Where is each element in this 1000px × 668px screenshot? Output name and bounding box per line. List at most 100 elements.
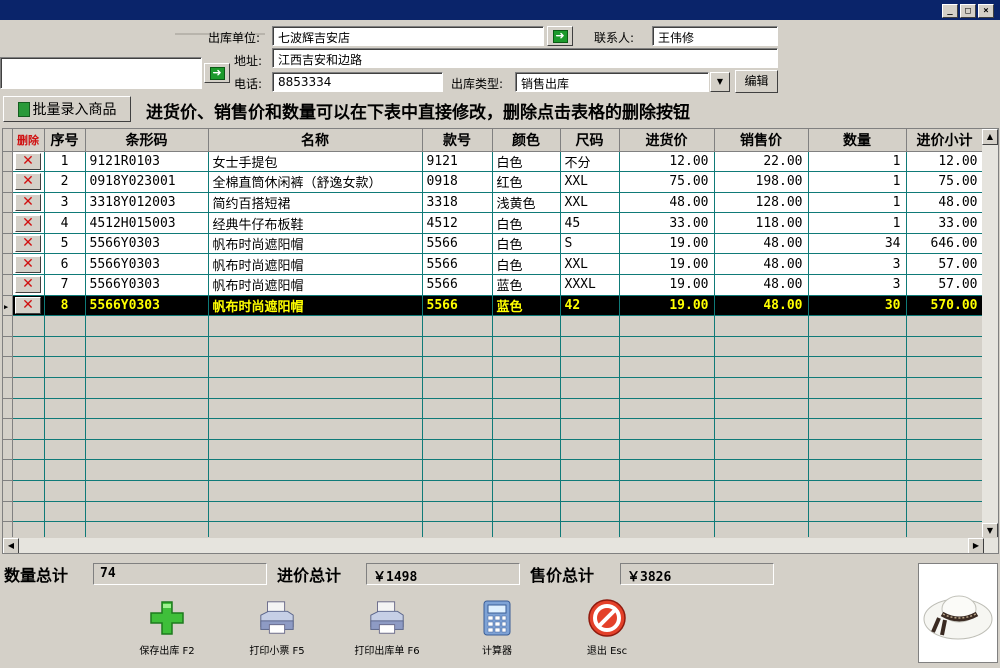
cell-style[interactable]: 5566 [422,295,493,317]
maximize-button[interactable]: □ [960,4,976,18]
row-selector[interactable]: ▶ [3,295,13,317]
cell-color[interactable]: 白色 [492,151,561,173]
cell-color[interactable]: 白色 [492,233,561,255]
cell-price[interactable]: 128.00 [714,192,809,214]
col-subtotal[interactable]: 进价小计 [906,129,984,152]
col-size[interactable]: 尺码 [560,129,620,152]
cell-price[interactable]: 22.00 [714,151,809,173]
col-name[interactable]: 名称 [208,129,423,152]
print-slip-button[interactable]: 打印出库单 F6 [342,598,432,657]
items-grid[interactable]: 删除 序号 条形码 名称 款号 颜色 尺码 进货价 销售价 数量 进价小计 ✕ 1… [2,128,999,554]
cell-seq[interactable]: 5 [44,233,86,255]
cell-size[interactable]: XXL [560,171,620,193]
cell-style[interactable]: 0918 [422,171,493,193]
row-selector[interactable] [3,336,13,358]
cell-cost[interactable]: 48.00 [619,192,715,214]
calculator-button[interactable]: 计算器 [452,598,542,657]
cell-qty[interactable]: 1 [808,151,907,173]
table-row[interactable]: ✕ 3 3318Y012003 简约百搭短裙 3318 浅黄色 XXL 48.00 128.00… [3,192,984,214]
cell-name[interactable]: 帆布时尚遮阳帽 [208,253,423,276]
cell-subtotal[interactable]: 646.00 [906,233,984,255]
cell-seq[interactable]: 3 [44,192,86,214]
cell-cost[interactable]: 12.00 [619,151,715,173]
row-selector[interactable] [3,151,13,173]
cell-style[interactable]: 3318 [422,192,493,214]
cell-color[interactable]: 浅黄色 [492,192,561,214]
phone-field[interactable]: 8853334 [272,72,443,92]
cell-barcode[interactable]: 5566Y0303 [85,233,209,255]
save-outbound-button[interactable]: 保存出库 F2 [122,598,212,657]
col-barcode[interactable]: 条形码 [85,129,209,152]
cell-color[interactable]: 蓝色 [492,295,561,317]
cell-style[interactable]: 4512 [422,212,493,234]
cell-seq[interactable]: 8 [44,295,86,317]
cell-cost[interactable]: 75.00 [619,171,715,193]
cell-qty[interactable]: 3 [808,253,907,276]
address-field[interactable]: 江西吉安和边路 [272,48,778,68]
batch-entry-button[interactable]: 批量录入商品 [3,96,131,122]
horizontal-scrollbar[interactable]: ◀ ▶ [3,537,998,553]
scroll-right-arrow-icon[interactable]: ▶ [968,538,984,553]
cell-seq[interactable]: 7 [44,274,86,296]
cell-barcode[interactable]: 5566Y0303 [85,274,209,296]
cell-price[interactable]: 48.00 [714,233,809,255]
cell-color[interactable]: 蓝色 [492,274,561,296]
cell-cost[interactable]: 19.00 [619,295,715,317]
cell-style[interactable]: 5566 [422,233,493,255]
left-input-field[interactable] [0,57,202,89]
cell-barcode[interactable]: 5566Y0303 [85,295,209,317]
cell-qty[interactable]: 1 [808,192,907,214]
vertical-scrollbar[interactable]: ▲ ▼ [982,129,998,539]
row-selector[interactable] [3,274,13,296]
row-selector[interactable] [3,171,13,193]
outlet-select-button[interactable]: ➜ [547,26,573,46]
row-selector[interactable] [3,377,13,399]
cell-cost[interactable]: 33.00 [619,212,715,234]
cell-size[interactable]: 45 [560,212,620,234]
cell-size[interactable]: XXXL [560,274,620,296]
cell-subtotal[interactable]: 570.00 [906,295,984,317]
row-selector[interactable] [3,212,13,234]
table-row[interactable]: ✕ 7 5566Y0303 帆布时尚遮阳帽 5566 蓝色 XXXL 19.00 48.00 3 5… [3,274,984,296]
cell-qty[interactable]: 30 [808,295,907,317]
edit-button[interactable]: 编辑 [735,70,778,93]
cell-seq[interactable]: 2 [44,171,86,193]
cell-color[interactable]: 白色 [492,253,561,276]
table-row[interactable]: ✕ 1 9121R0103 女士手提包 9121 白色 不分 12.00 22.00 1 12.00 [3,151,984,173]
table-row[interactable]: ▶ ✕ 8 5566Y0303 帆布时尚遮阳帽 5566 蓝色 42 19.00 48.00 30 5… [3,295,984,317]
cell-name[interactable]: 简约百搭短裙 [208,192,423,214]
cell-size[interactable]: 不分 [560,151,620,173]
cell-subtotal[interactable]: 57.00 [906,253,984,276]
table-row[interactable]: ✕ 5 5566Y0303 帆布时尚遮阳帽 5566 白色 S 19.00 48.00 34 646… [3,233,984,255]
col-cost[interactable]: 进货价 [619,129,715,152]
cell-qty[interactable]: 1 [808,171,907,193]
cell-price[interactable]: 48.00 [714,253,809,276]
cell-cost[interactable]: 19.00 [619,274,715,296]
cell-name[interactable]: 女士手提包 [208,151,423,173]
print-receipt-button[interactable]: 打印小票 F5 [232,598,322,657]
row-selector[interactable] [3,192,13,214]
delete-row-button[interactable]: ✕ [15,173,41,191]
table-row[interactable]: ✕ 2 0918Y023001 全棉直筒休闲裤（舒逸女款） 0918 红色 XXL 75.00… [3,171,984,193]
row-selector[interactable] [3,253,13,276]
cell-subtotal[interactable]: 12.00 [906,151,984,173]
scroll-up-arrow-icon[interactable]: ▲ [982,129,998,145]
delete-row-button[interactable]: ✕ [15,276,41,294]
outlet-field[interactable]: 七波辉吉安店 [272,26,544,46]
left-go-button[interactable]: ➜ [204,63,230,83]
row-selector[interactable] [3,315,13,337]
row-selector[interactable] [3,459,13,481]
col-price[interactable]: 销售价 [714,129,809,152]
delete-row-button[interactable]: ✕ [15,255,41,273]
cell-barcode[interactable]: 3318Y012003 [85,192,209,214]
row-selector[interactable] [3,233,13,255]
cell-price[interactable]: 48.00 [714,295,809,317]
col-style[interactable]: 款号 [422,129,493,152]
cell-style[interactable]: 9121 [422,151,493,173]
cell-name[interactable]: 帆布时尚遮阳帽 [208,274,423,296]
cell-seq[interactable]: 4 [44,212,86,234]
cell-cost[interactable]: 19.00 [619,233,715,255]
row-selector[interactable] [3,398,13,420]
cell-subtotal[interactable]: 57.00 [906,274,984,296]
row-selector[interactable] [3,480,13,502]
